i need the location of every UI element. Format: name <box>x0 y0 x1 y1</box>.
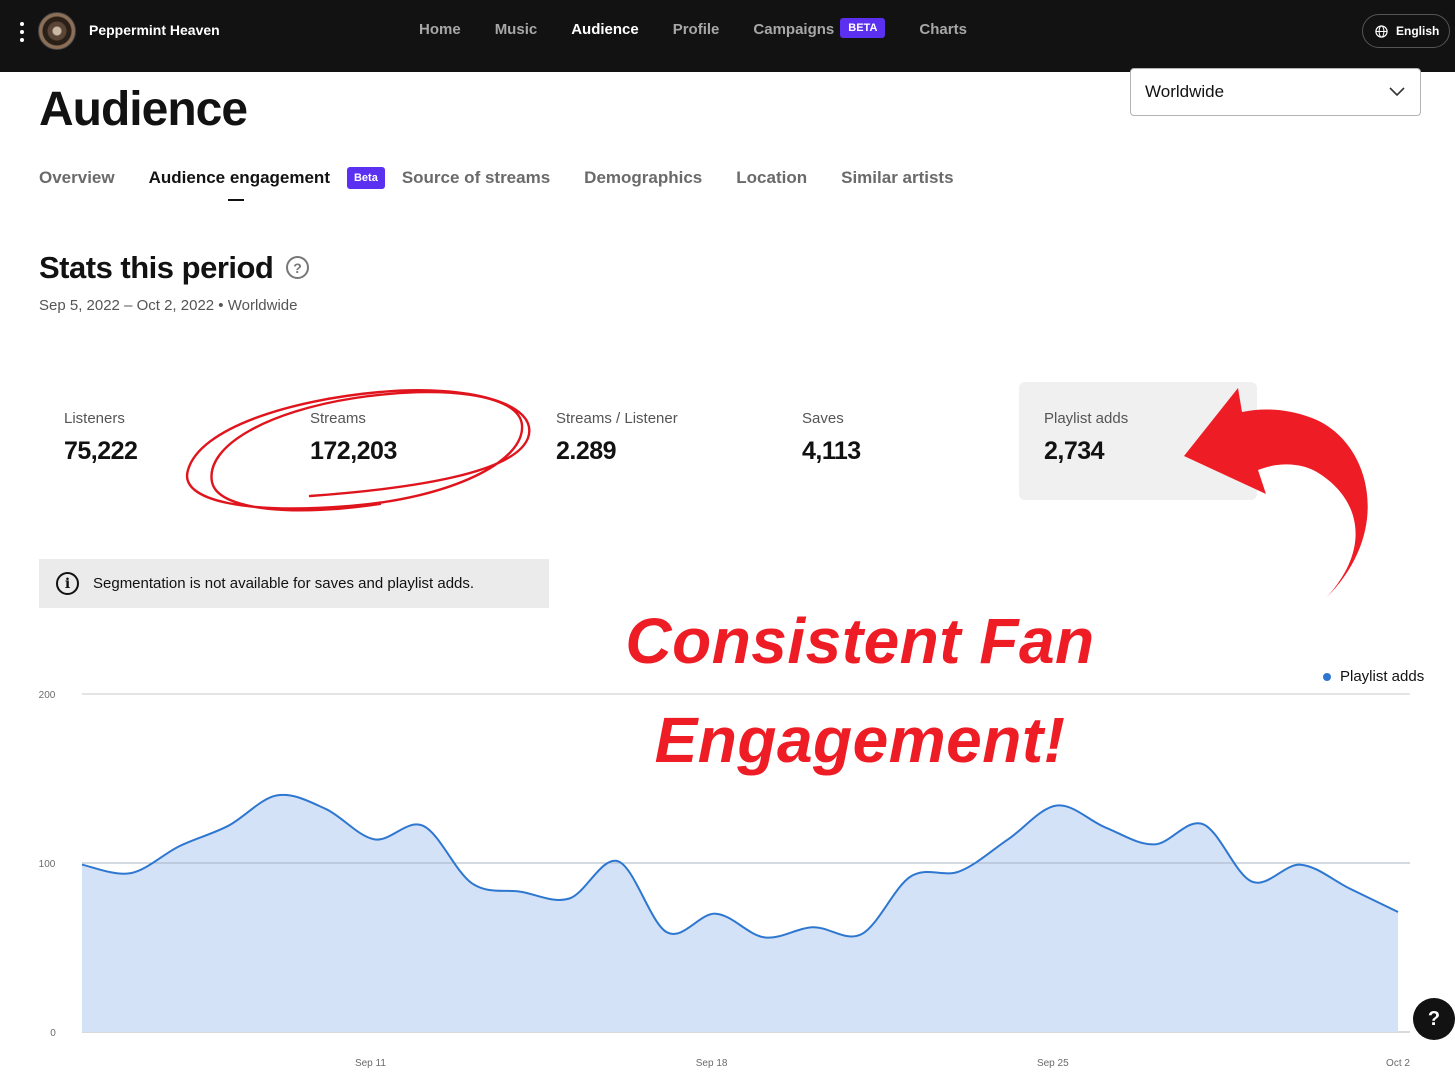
nav-music[interactable]: Music <box>495 21 538 38</box>
stat-label: Saves <box>802 410 844 427</box>
stat-label: Streams / Listener <box>556 410 678 427</box>
chart-legend: Playlist adds <box>1323 668 1424 685</box>
language-label: English <box>1396 24 1440 38</box>
legend-label: Playlist adds <box>1340 668 1425 685</box>
x-tick-label: Sep 25 <box>1037 1058 1069 1069</box>
y-tick-label: 200 <box>39 690 56 701</box>
data-point <box>470 882 473 885</box>
data-point <box>81 863 84 866</box>
main-nav: Home Music Audience Profile Campaigns BE… <box>419 18 1001 39</box>
artist-avatar[interactable] <box>38 12 76 50</box>
stat-value: 75,222 <box>64 437 138 465</box>
nav-charts[interactable]: Charts <box>919 21 967 38</box>
data-point <box>422 824 425 827</box>
data-point <box>1299 863 1302 866</box>
data-point <box>763 936 766 939</box>
info-banner-text: Segmentation is not available for saves … <box>93 575 475 592</box>
data-point <box>1104 826 1107 829</box>
data-point <box>1348 887 1351 890</box>
data-point <box>714 912 717 915</box>
tab-source-of-streams[interactable]: Source of streams <box>402 168 550 188</box>
page-title: Audience <box>39 83 248 136</box>
series-area-fill <box>82 794 1398 1032</box>
engagement-beta-badge: Beta <box>346 167 385 189</box>
data-point <box>1055 804 1058 807</box>
x-tick-label: Oct 2 <box>1386 1058 1410 1069</box>
stats-period: Sep 5, 2022 – Oct 2, 2022 • Worldwide <box>39 297 298 314</box>
tab-overview[interactable]: Overview <box>39 168 115 188</box>
stat-card-streams-per-listener: Streams / Listener 2.289 <box>531 382 769 500</box>
data-point <box>1250 880 1253 883</box>
data-point <box>1007 838 1010 841</box>
data-point <box>129 872 132 875</box>
tab-demographics[interactable]: Demographics <box>584 168 702 188</box>
stat-card-saves: Saves 4,113 <box>777 382 1015 500</box>
data-point <box>665 931 668 934</box>
region-select-value: Worldwide <box>1145 82 1225 101</box>
artist-name[interactable]: Peppermint Heaven <box>89 22 220 38</box>
region-select[interactable]: Worldwide <box>1130 68 1421 116</box>
language-button[interactable]: English <box>1362 14 1450 48</box>
data-point <box>324 807 327 810</box>
data-point <box>275 794 278 797</box>
chevron-down-icon <box>1389 87 1405 97</box>
y-tick-label: 0 <box>50 1028 56 1039</box>
data-point <box>812 926 815 929</box>
globe-icon <box>1375 24 1388 38</box>
stat-card-listeners: Listeners 75,222 <box>39 382 277 500</box>
tab-audience-engagement[interactable]: Audience engagement <box>149 168 330 201</box>
stat-value: 172,203 <box>310 437 397 465</box>
info-icon: i <box>56 572 79 595</box>
stat-label: Streams <box>310 410 366 427</box>
data-point <box>1202 823 1205 826</box>
tab-location[interactable]: Location <box>736 168 807 188</box>
question-circle-icon[interactable]: ? <box>286 256 309 279</box>
tab-similar-artists[interactable]: Similar artists <box>841 168 953 188</box>
data-point <box>617 860 620 863</box>
nav-audience[interactable]: Audience <box>571 21 639 38</box>
data-point <box>1153 843 1156 846</box>
annotation-line-2: Engagement! <box>654 704 1066 776</box>
data-point <box>909 875 912 878</box>
data-point <box>373 838 376 841</box>
stat-value: 2,734 <box>1044 437 1105 465</box>
annotation-line-1: Consistent Fan <box>625 605 1095 677</box>
legend-dot <box>1323 672 1331 681</box>
nav-campaigns[interactable]: Campaigns <box>753 21 834 38</box>
data-point <box>1397 911 1400 914</box>
nav-home[interactable]: Home <box>419 21 461 38</box>
stat-value: 2.289 <box>556 437 617 465</box>
y-tick-label: 100 <box>39 859 56 870</box>
help-button[interactable]: ? <box>1413 998 1455 1040</box>
data-point <box>568 897 571 900</box>
stats-title: Stats this period <box>39 250 274 285</box>
data-point <box>519 890 522 893</box>
stat-value: 4,113 <box>802 437 861 465</box>
x-tick-label: Sep 18 <box>696 1058 728 1069</box>
data-point <box>860 932 863 935</box>
nav-profile[interactable]: Profile <box>673 21 720 38</box>
audience-tabs: Overview Audience engagement Beta Source… <box>39 167 988 201</box>
stat-label: Playlist adds <box>1044 410 1129 427</box>
data-point <box>958 870 961 873</box>
data-point <box>227 824 230 827</box>
stat-card-streams: Streams 172,203 <box>285 382 523 500</box>
top-nav-bar: Peppermint Heaven Home Music Audience Pr… <box>0 0 1455 72</box>
data-point <box>178 845 181 848</box>
campaigns-beta-badge: BETA <box>840 18 886 38</box>
x-tick-label: Sep 11 <box>355 1058 386 1069</box>
more-menu-icon[interactable] <box>14 18 30 46</box>
stat-label: Listeners <box>64 410 125 427</box>
info-banner: i Segmentation is not available for save… <box>39 559 549 608</box>
stat-card-playlist-adds[interactable]: Playlist adds 2,734 <box>1019 382 1257 500</box>
